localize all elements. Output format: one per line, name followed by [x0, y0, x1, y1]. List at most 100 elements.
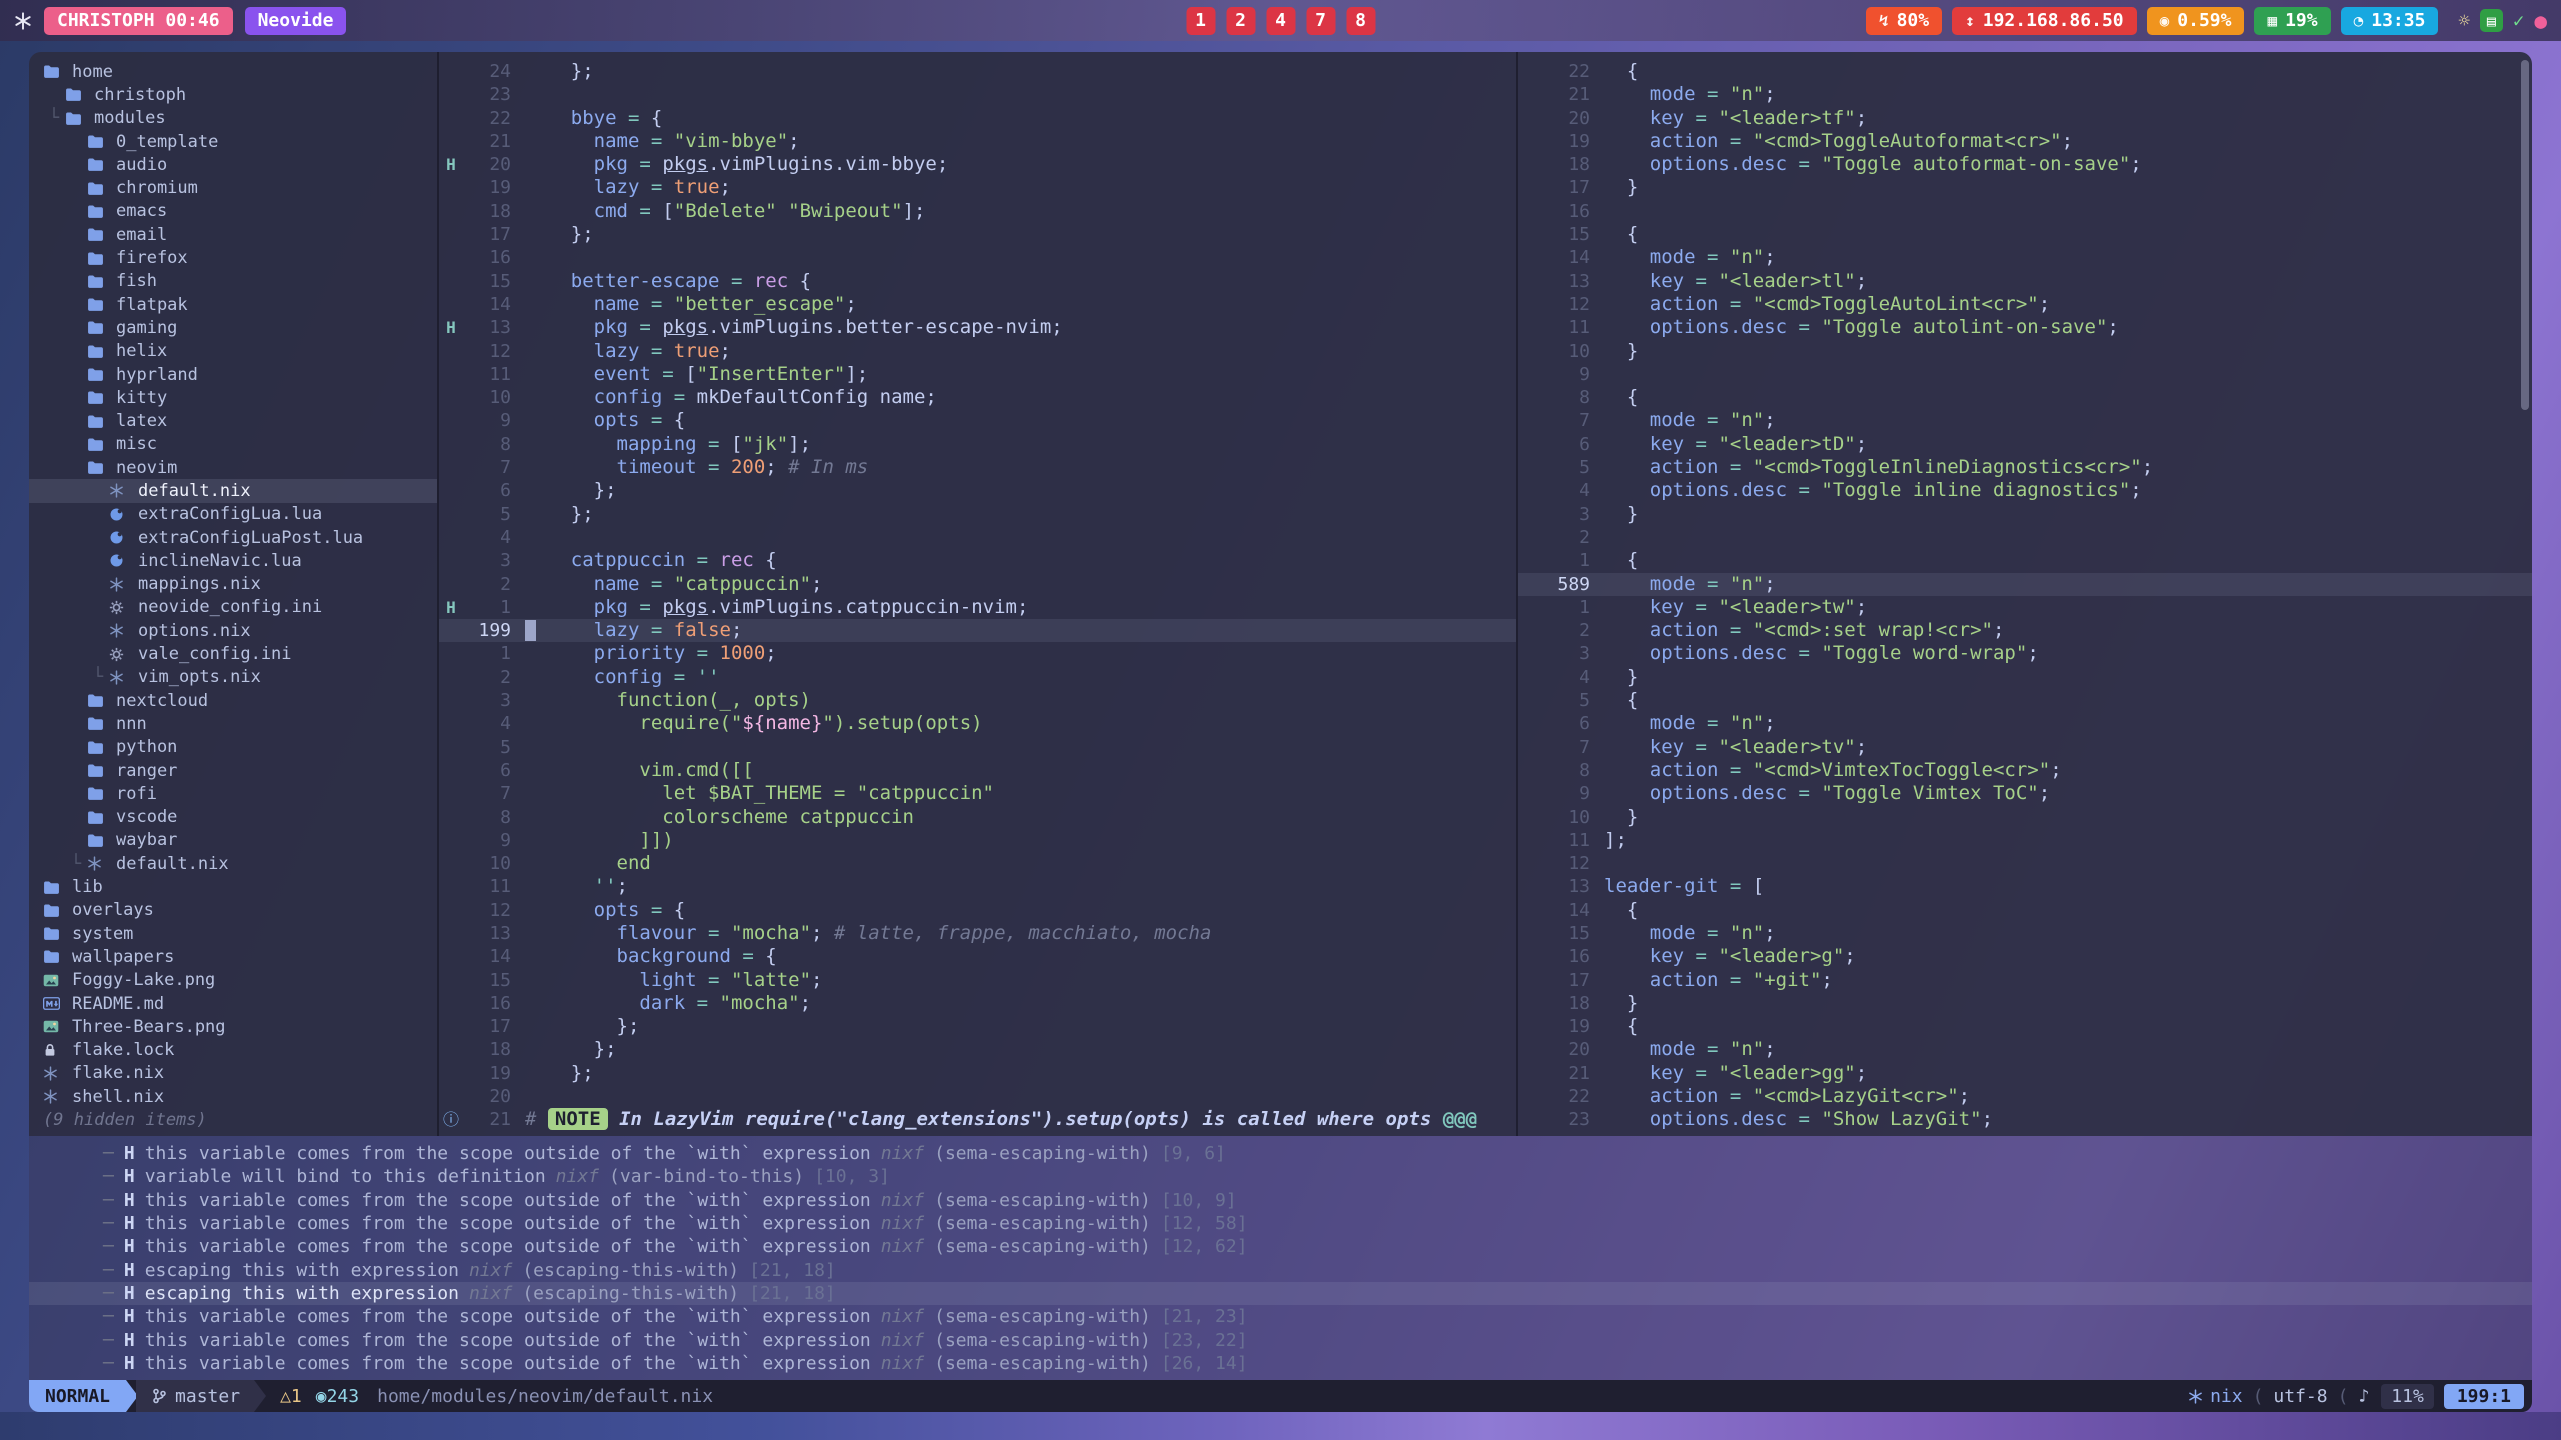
code-line[interactable]: 13 key = "<leader>tl";	[1518, 270, 2532, 293]
code-line[interactable]: 20 mode = "n";	[1518, 1038, 2532, 1061]
tree-item-extraconfiglua-lua[interactable]: extraConfigLua.lua	[29, 503, 437, 526]
code-line[interactable]: 21 key = "<leader>gg";	[1518, 1062, 2532, 1085]
code-line[interactable]: 12 lazy = true;	[439, 340, 1516, 363]
code-line[interactable]: 15 better-escape = rec {	[439, 270, 1516, 293]
code-line[interactable]: 11 event = ["InsertEnter"];	[439, 363, 1516, 386]
code-line[interactable]: 16	[439, 246, 1516, 269]
code-line[interactable]: 8 colorscheme catppuccin	[439, 806, 1516, 829]
diagnostic-counts[interactable]: △1 ◉243	[280, 1386, 359, 1407]
code-line[interactable]: 16 key = "<leader>g";	[1518, 945, 2532, 968]
code-line[interactable]: 15 light = "latte";	[439, 969, 1516, 992]
code-line[interactable]: 5 action = "<cmd>ToggleInlineDiagnostics…	[1518, 456, 2532, 479]
tree-item-ranger[interactable]: ranger	[29, 759, 437, 782]
diagnostic-row[interactable]: ─Hthis variable comes from the scope out…	[29, 1235, 2532, 1258]
tree-item-fish[interactable]: fish	[29, 270, 437, 293]
code-line[interactable]: 18 }	[1518, 992, 2532, 1015]
tree-item-helix[interactable]: helix	[29, 340, 437, 363]
app-badge[interactable]: Neovide	[245, 7, 347, 35]
code-line[interactable]: 10 }	[1518, 806, 2532, 829]
diagnostic-row[interactable]: ─Hthis variable comes from the scope out…	[29, 1142, 2532, 1165]
diagnostic-row[interactable]: ─Hescaping this with expressionnixf(esca…	[29, 1282, 2532, 1305]
code-line[interactable]: 9	[1518, 363, 2532, 386]
tree-item-modules[interactable]: └modules	[29, 107, 437, 130]
tree-item-flatpak[interactable]: flatpak	[29, 293, 437, 316]
diagnostic-row[interactable]: ─Hthis variable comes from the scope out…	[29, 1305, 2532, 1328]
tree-item-waybar[interactable]: waybar	[29, 829, 437, 852]
diagnostic-row[interactable]: ─Hthis variable comes from the scope out…	[29, 1189, 2532, 1212]
tree-item-firefox[interactable]: firefox	[29, 246, 437, 269]
code-line[interactable]: 23 options.desc = "Show LazyGit";	[1518, 1108, 2532, 1131]
code-line[interactable]: 8 {	[1518, 386, 2532, 409]
tree-item-nextcloud[interactable]: nextcloud	[29, 689, 437, 712]
code-line[interactable]: 6 vim.cmd([[	[439, 759, 1516, 782]
code-line[interactable]: 21 name = "vim-bbye";	[439, 130, 1516, 153]
tab-1[interactable]: 1	[1186, 7, 1215, 35]
session-badge[interactable]: CHRISTOPH 00:46	[44, 7, 233, 35]
tree-item-gaming[interactable]: gaming	[29, 316, 437, 339]
diagnostic-row[interactable]: ─Hthis variable comes from the scope out…	[29, 1328, 2532, 1351]
check-icon[interactable]: ✓	[2513, 10, 2524, 32]
code-line[interactable]: 17 };	[439, 1015, 1516, 1038]
brightness-icon[interactable]: ☼	[2458, 10, 2469, 32]
code-line[interactable]: 7 key = "<leader>tv";	[1518, 736, 2532, 759]
code-line[interactable]: 18 options.desc = "Toggle autoformat-on-…	[1518, 153, 2532, 176]
tree-item-chromium[interactable]: chromium	[29, 176, 437, 199]
code-line[interactable]: 7 timeout = 200; # In ms	[439, 456, 1516, 479]
code-line[interactable]: 16 dark = "mocha";	[439, 992, 1516, 1015]
tree-item-readme-md[interactable]: README.md	[29, 992, 437, 1015]
code-line[interactable]: 21 mode = "n";	[1518, 83, 2532, 106]
code-line[interactable]: 2 name = "catppuccin";	[439, 573, 1516, 596]
code-line[interactable]: 20	[439, 1085, 1516, 1108]
code-line[interactable]: 22 bbye = {	[439, 107, 1516, 130]
tree-item-emacs[interactable]: emacs	[29, 200, 437, 223]
code-line[interactable]: 3 options.desc = "Toggle word-wrap";	[1518, 642, 2532, 665]
tree-item-kitty[interactable]: kitty	[29, 386, 437, 409]
tree-item-vim-opts-nix[interactable]: └vim_opts.nix	[29, 666, 437, 689]
tab-7[interactable]: 7	[1306, 7, 1335, 35]
tree-item-vscode[interactable]: vscode	[29, 806, 437, 829]
code-line[interactable]: 199 lazy = false;	[439, 619, 1516, 642]
diagnostic-row[interactable]: ─Hvariable will bind to this definitionn…	[29, 1165, 2532, 1188]
code-line[interactable]: 11 options.desc = "Toggle autolint-on-sa…	[1518, 316, 2532, 339]
tree-item-neovim[interactable]: neovim	[29, 456, 437, 479]
code-line[interactable]: 2 action = "<cmd>:set wrap!<cr>";	[1518, 619, 2532, 642]
tree-item-wallpapers[interactable]: wallpapers	[29, 945, 437, 968]
tree-item-python[interactable]: python	[29, 736, 437, 759]
git-branch[interactable]: master	[136, 1380, 254, 1412]
code-line[interactable]: 10 end	[439, 852, 1516, 875]
code-line[interactable]: 18 cmd = ["Bdelete" "Bwipeout"];	[439, 200, 1516, 223]
tree-item-inclinenavic-lua[interactable]: inclineNavic.lua	[29, 549, 437, 572]
code-line[interactable]: 12 action = "<cmd>ToggleAutoLint<cr>";	[1518, 293, 2532, 316]
code-line[interactable]: H13 pkg = pkgs.vimPlugins.better-escape-…	[439, 316, 1516, 339]
code-line[interactable]: 9 ]])	[439, 829, 1516, 852]
code-line[interactable]: 19 lazy = true;	[439, 176, 1516, 199]
code-line[interactable]: 13 flavour = "mocha"; # latte, frappe, m…	[439, 922, 1516, 945]
code-line[interactable]: 13leader-git = [	[1518, 875, 2532, 898]
code-line[interactable]: 9 options.desc = "Toggle Vimtex ToC";	[1518, 782, 2532, 805]
code-line[interactable]: 14 {	[1518, 899, 2532, 922]
code-line[interactable]: 7 mode = "n";	[1518, 409, 2532, 432]
code-line[interactable]: 17 };	[439, 223, 1516, 246]
tab-8[interactable]: 8	[1346, 7, 1375, 35]
code-line[interactable]: 19 };	[439, 1062, 1516, 1085]
tree-item-nnn[interactable]: nnn	[29, 712, 437, 735]
tree-item-flake-lock[interactable]: flake.lock	[29, 1038, 437, 1061]
code-line[interactable]: 19 action = "<cmd>ToggleAutoformat<cr>";	[1518, 130, 2532, 153]
code-line[interactable]: 6 };	[439, 479, 1516, 502]
code-line[interactable]: 11];	[1518, 829, 2532, 852]
tree-item-9-hidden-items[interactable]: (9 hidden items)	[29, 1108, 437, 1131]
code-line[interactable]: 3 function(_, opts)	[439, 689, 1516, 712]
tree-item-default-nix[interactable]: default.nix	[29, 479, 437, 502]
tree-item-extraconfigluapost-lua[interactable]: extraConfigLuaPost.lua	[29, 526, 437, 549]
code-line[interactable]: 17 action = "+git";	[1518, 969, 2532, 992]
tree-item-hyprland[interactable]: hyprland	[29, 363, 437, 386]
code-line[interactable]: 6 key = "<leader>tD";	[1518, 433, 2532, 456]
tree-item-misc[interactable]: misc	[29, 433, 437, 456]
tab-2[interactable]: 2	[1226, 7, 1255, 35]
code-line[interactable]: H20 pkg = pkgs.vimPlugins.vim-bbye;	[439, 153, 1516, 176]
code-line[interactable]: 15 mode = "n";	[1518, 922, 2532, 945]
code-line[interactable]: 22 {	[1518, 60, 2532, 83]
tree-item-foggy-lake-png[interactable]: Foggy-Lake.png	[29, 969, 437, 992]
code-line[interactable]: 10 config = mkDefaultConfig name;	[439, 386, 1516, 409]
tree-item-christoph[interactable]: christoph	[29, 83, 437, 106]
